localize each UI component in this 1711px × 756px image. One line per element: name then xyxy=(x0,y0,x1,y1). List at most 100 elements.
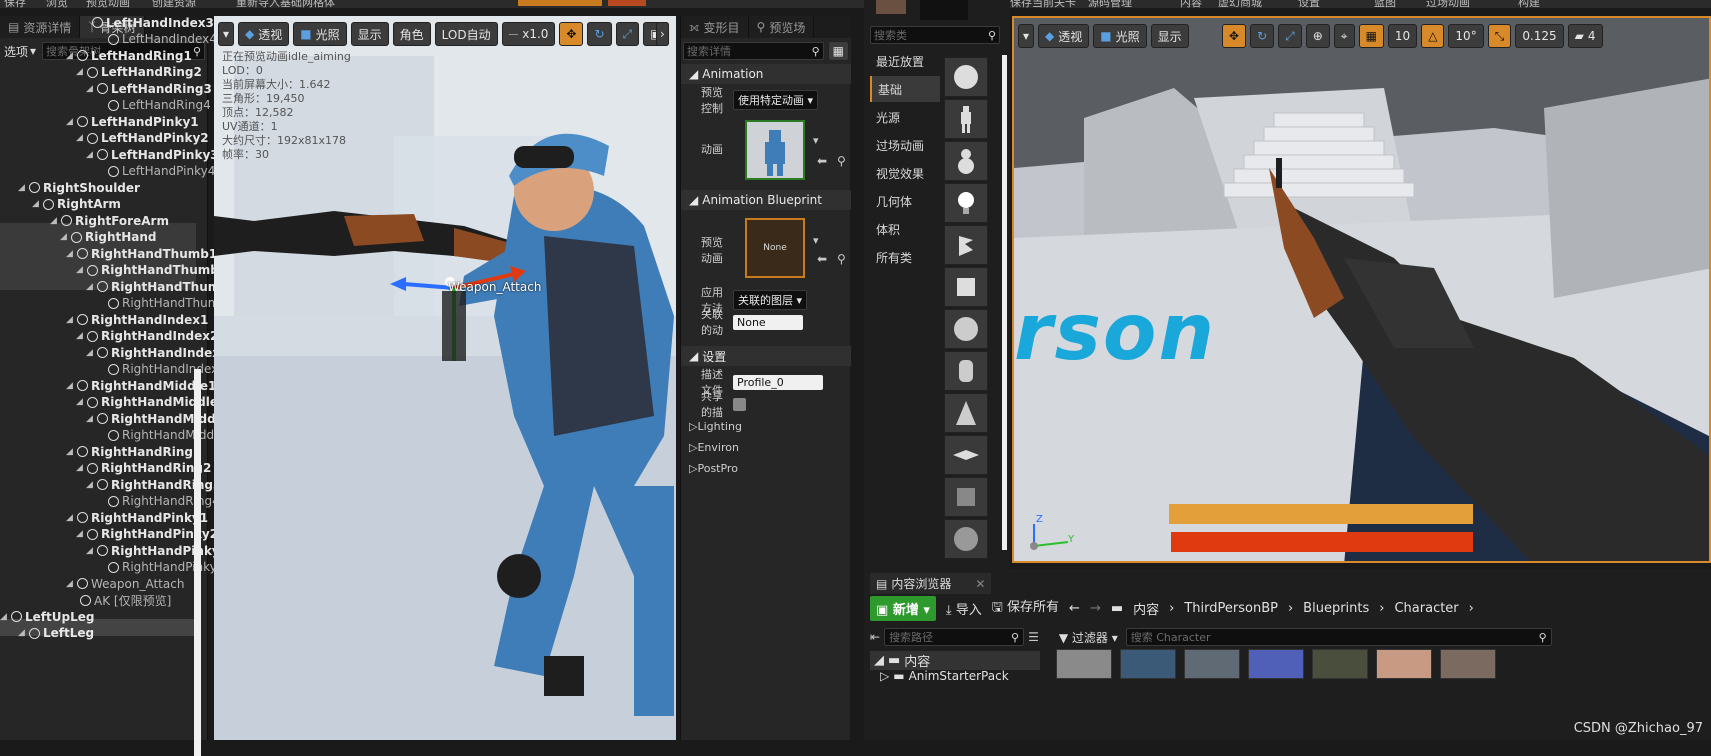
translate-mode-button[interactable]: ✥ xyxy=(1222,24,1247,48)
collapse-icon[interactable]: ◢ xyxy=(76,397,84,407)
level-viewport[interactable]: rson Z Y ▾ ◆ 透视 ■ 光照 显示 ✥ ↻ ⤢ ⊕ ⌖ ▦ 10 △ 1… xyxy=(1012,16,1711,563)
bone-node[interactable]: ◢ RightHandRing1 xyxy=(66,443,201,460)
tab-asset-details[interactable]: ▤ 资源详情 xyxy=(0,16,81,38)
bone-node[interactable]: ◢ RightHand xyxy=(60,229,157,246)
collapse-icon[interactable]: ◢ xyxy=(66,447,74,457)
collapse-icon[interactable]: ◢ xyxy=(0,612,8,622)
save-all-button[interactable]: 🖫 保存所有 xyxy=(992,596,1059,620)
bone-node[interactable]: ◢ RightHandMiddle2 xyxy=(76,394,226,411)
asset-picker-dropdown[interactable]: ▾ xyxy=(813,234,819,247)
collapse-icon[interactable]: ◢ xyxy=(66,249,74,259)
menu-browse[interactable]: 浏览 xyxy=(46,0,68,8)
camera-speed-button[interactable]: ▰ 4 xyxy=(1567,24,1603,48)
bone-node[interactable]: ◢ LeftUpLeg xyxy=(0,608,94,625)
menu-save-level[interactable]: 保存当前关卡 xyxy=(1010,0,1076,8)
character-icon[interactable] xyxy=(944,99,988,139)
grid-snap-button[interactable]: ▦ xyxy=(1358,24,1384,48)
breadcrumb-item[interactable]: ThirdPersonBP xyxy=(1184,601,1278,616)
section-anim-blueprint[interactable]: ◢ Animation Blueprint xyxy=(681,190,851,210)
point-light-icon[interactable] xyxy=(944,183,988,223)
collapse-icon[interactable]: ◢ xyxy=(76,67,84,77)
plane-icon[interactable] xyxy=(944,435,988,475)
bone-node[interactable]: RightHandPinky4 xyxy=(108,559,224,576)
collapse-icon[interactable]: ◢ xyxy=(66,51,74,61)
surface-snap-button[interactable]: ⌖ xyxy=(1333,24,1355,48)
cone-icon[interactable] xyxy=(944,393,988,433)
bone-node[interactable]: ◢ LeftHandPinky3 xyxy=(86,146,219,163)
collapse-icon[interactable]: ◢ xyxy=(66,381,74,391)
profile-input[interactable]: Profile_0 xyxy=(733,374,823,390)
sphere-icon[interactable] xyxy=(944,309,988,349)
search-path-input[interactable]: 搜索路径 ⚲ xyxy=(884,628,1025,646)
apply-method-dropdown[interactable]: 关联的图层 ▾ xyxy=(733,290,808,310)
row-lighting[interactable]: ▷ Lighting xyxy=(681,416,851,436)
asset-search-input[interactable]: 搜索 Character ⚲ xyxy=(1125,628,1552,646)
player-start-icon[interactable] xyxy=(944,225,988,265)
list-view-icon[interactable]: ☰ xyxy=(1028,630,1039,644)
menu-create-asset[interactable]: 创建资源 xyxy=(152,0,196,8)
use-selected-icon[interactable]: ⬅ xyxy=(817,154,827,168)
asset-tile[interactable] xyxy=(1376,649,1432,679)
linked-input[interactable]: None xyxy=(733,314,803,330)
category-basic[interactable]: 基础 xyxy=(870,76,940,102)
class-search-input[interactable]: 搜索类 ⚲ xyxy=(870,26,1000,44)
category-volumes[interactable]: 体积 xyxy=(870,216,940,242)
menu-marketplace[interactable]: 虚幻商城 xyxy=(1218,0,1262,8)
menu-save[interactable]: 保存 xyxy=(4,0,26,8)
collapse-icon[interactable]: ◢ xyxy=(66,579,74,589)
bone-node[interactable]: ◢ LeftHandRing3 xyxy=(86,80,212,97)
tab-preview-scene[interactable]: ⚲ 预览场 xyxy=(748,16,815,38)
scrollbar[interactable] xyxy=(194,369,201,756)
bone-node[interactable]: ◢ LeftHandPinky2 xyxy=(76,130,209,147)
asset-tile[interactable] xyxy=(1248,649,1304,679)
category-visual-effects[interactable]: 视觉效果 xyxy=(870,160,940,186)
bone-node[interactable]: ◢ RightArm xyxy=(32,196,121,213)
actor-thumb[interactable] xyxy=(920,0,968,20)
lit-button[interactable]: ■ 光照 xyxy=(1093,24,1147,48)
asset-picker-dropdown[interactable]: ▾ xyxy=(813,134,819,147)
collapse-icon[interactable]: ◢ xyxy=(76,463,84,473)
rotation-snap-button[interactable]: △ xyxy=(1421,24,1445,48)
collapse-icon[interactable]: ◢ xyxy=(76,529,84,539)
bone-node[interactable]: ◢ Weapon_Attach xyxy=(66,575,184,592)
bone-node[interactable]: LeftHandIndex4 xyxy=(108,31,217,48)
bone-node[interactable]: ◢ LeftLeg xyxy=(18,625,94,642)
bone-node[interactable]: RightHandIndex4 xyxy=(108,361,226,378)
section-animation[interactable]: ◢ Animation xyxy=(681,64,851,84)
menu-cinematics[interactable]: 过场动画 xyxy=(1426,0,1470,8)
persona-viewport[interactable]: ▾ ◆透视 ■光照 显示 角色 LOD自动 ⏤x1.0 ✥ ↻ ⤢ ▣ › 正在… xyxy=(214,16,676,740)
menu-content[interactable]: 内容 xyxy=(1180,0,1202,8)
show-button[interactable]: 显示 xyxy=(1150,24,1189,48)
collapse-icon[interactable]: ◢ xyxy=(86,282,94,292)
menu-source-control[interactable]: 源码管理 xyxy=(1088,0,1132,8)
row-environment[interactable]: ▷ Environ xyxy=(681,437,851,457)
bone-node[interactable]: ◢ RightHandRing2 xyxy=(76,460,211,477)
collapse-icon[interactable]: ◢ xyxy=(76,331,84,341)
add-new-button[interactable]: ▣ 新增 ▾ xyxy=(870,595,936,621)
bone-node[interactable]: ◢ RightHandPinky3 xyxy=(86,542,228,559)
collapse-icon[interactable]: ◢ xyxy=(66,513,74,523)
bone-node[interactable]: AK [仅限预览] xyxy=(80,592,171,609)
breadcrumb-item[interactable]: 内容 xyxy=(1133,599,1159,618)
tab-morph-target[interactable]: ⟗ 变形目 xyxy=(681,16,749,38)
pawn-icon[interactable] xyxy=(944,141,988,181)
bone-node[interactable]: RightHandRing4 xyxy=(108,493,220,510)
bone-node[interactable]: ◢ RightHandIndex3 xyxy=(86,344,228,361)
cube-icon[interactable] xyxy=(944,267,988,307)
bone-node[interactable]: ◢ RightHandIndex1 xyxy=(66,311,208,328)
use-selected-icon[interactable]: ⬅ xyxy=(817,252,827,266)
asset-tile[interactable] xyxy=(1120,649,1176,679)
category-all-classes[interactable]: 所有类 xyxy=(870,244,940,270)
viewport-menu-button[interactable]: ▾ xyxy=(1018,24,1035,48)
row-postprocess[interactable]: ▷ PostPro xyxy=(681,458,851,478)
collapse-icon[interactable]: ◢ xyxy=(76,133,84,143)
bone-node[interactable]: ◢ LeftHandPinky1 xyxy=(66,113,199,130)
animation-thumbnail[interactable] xyxy=(745,120,805,180)
collapse-icon[interactable]: ◢ xyxy=(60,232,68,242)
actor-thumb[interactable] xyxy=(876,0,906,14)
menu-settings[interactable]: 设置 xyxy=(1298,0,1320,8)
folder-animstarterpack[interactable]: ▷ ▬ AnimStarterPack xyxy=(880,669,1009,683)
import-button[interactable]: ⤓ 导入 xyxy=(946,599,982,618)
collapse-icon[interactable]: ◢ xyxy=(86,414,94,424)
menu-build[interactable]: 构建 xyxy=(1518,0,1540,8)
